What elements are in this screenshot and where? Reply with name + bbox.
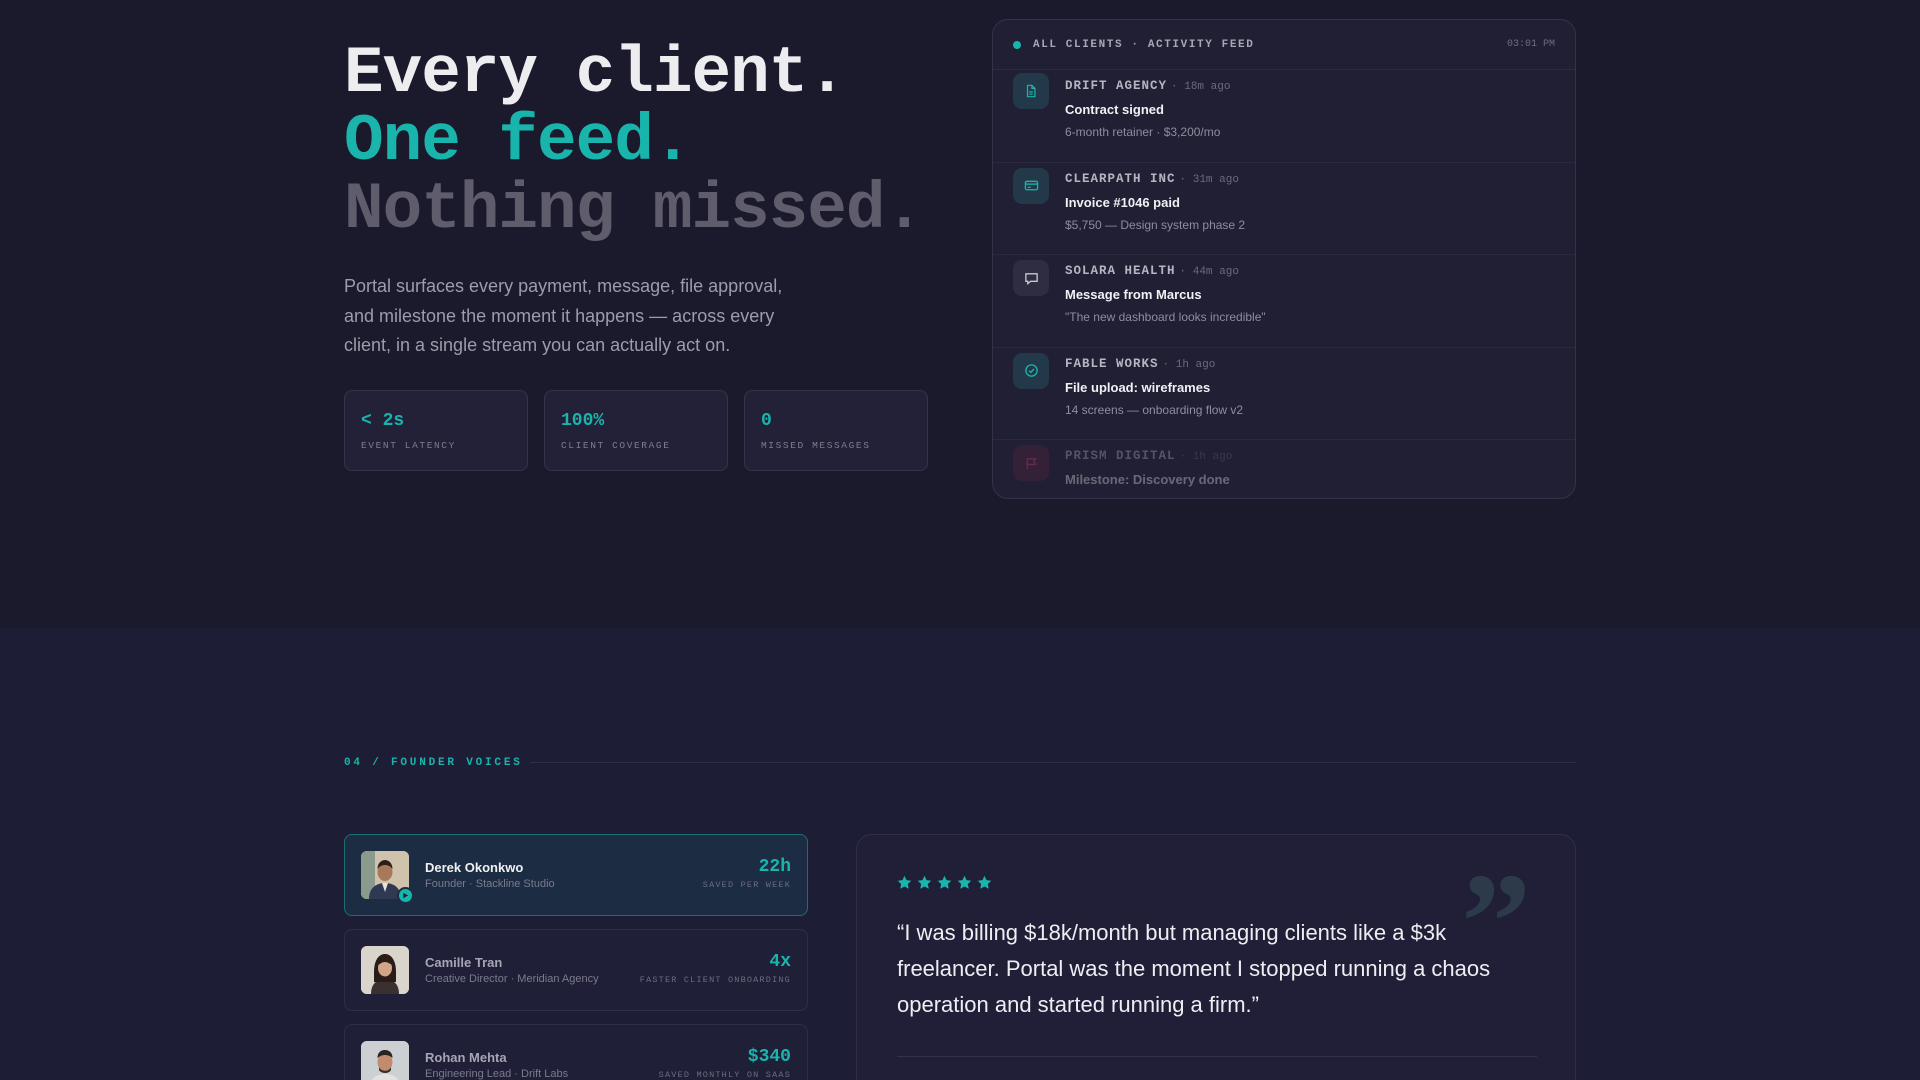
voice-card-camille[interactable]: Camille Tran Creative Director · Meridia… — [344, 929, 808, 1011]
feed-event-detail: "The new dashboard looks incredible" — [1065, 310, 1266, 324]
feed-client: CLEARPATH INC — [1065, 171, 1176, 186]
feed-event-title: Message from Marcus — [1065, 287, 1202, 302]
feed-item[interactable]: DRIFT AGENCY · 18m ago Contract signed 6-… — [993, 70, 1575, 163]
feed-event-title: File upload: wireframes — [1065, 379, 1211, 395]
feed-client: DRIFT AGENCY — [1065, 79, 1168, 93]
stat-label: EVENT LATENCY — [361, 440, 456, 451]
feed-client: PRISM DIGITAL — [1065, 449, 1176, 463]
feed-list: DRIFT AGENCY · 18m ago Contract signed 6-… — [993, 70, 1575, 498]
hero-headline: Every client. One feed. Nothing missed. — [344, 36, 924, 247]
feed-item-text: SOLARA HEALTH · 44m ago Message from Marc… — [1065, 261, 1266, 324]
feed-event-detail: 14 screens — onboarding flow v2 — [1065, 402, 1244, 417]
avatar — [361, 946, 409, 994]
star-icon — [897, 875, 912, 889]
testimonial-quote-card: ” “I was billing $18k/month but managing… — [856, 834, 1576, 1080]
stats-row: < 2s EVENT LATENCY 100% CLIENT COVERAGE … — [344, 390, 928, 471]
voice-metric: 4x — [769, 952, 791, 972]
feed-item-text: DRIFT AGENCY · 18m ago Contract signed 6-… — [1065, 76, 1230, 139]
section-label: 04 / FOUNDER VOICES — [344, 757, 523, 769]
testimonial-selector-list: Derek Okonkwo Founder · Stackline Studio… — [344, 834, 808, 1080]
voice-name: Camille Tran — [425, 955, 503, 970]
live-indicator-dot — [1013, 40, 1021, 49]
section-divider — [530, 762, 1576, 763]
feed-event-title: Milestone: Discovery done — [1065, 472, 1230, 487]
stat-card-missed: 0 MISSED MESSAGES — [744, 390, 928, 471]
headline-line-1: Every client. — [344, 36, 847, 111]
star-icon — [957, 875, 972, 889]
feed-header: ALL CLIENTS · ACTIVITY FEED 03:01 PM — [993, 20, 1575, 70]
voice-card-derek[interactable]: Derek Okonkwo Founder · Stackline Studio… — [344, 834, 808, 916]
play-icon[interactable] — [397, 887, 414, 904]
headline-line-3: Nothing missed. — [344, 172, 924, 247]
feed-item[interactable]: CLEARPATH INC · 31m ago Invoice #1046 pai… — [993, 163, 1575, 255]
feed-event-title: Invoice #1046 paid — [1065, 194, 1180, 210]
headline-line-2: One feed. — [344, 104, 692, 179]
voice-metric-label: FASTER CLIENT ONBOARDING — [639, 975, 791, 985]
feed-event-detail: $5,750 — Design system phase 2 — [1065, 217, 1246, 232]
check-circle-icon — [1013, 352, 1049, 389]
voice-name: Rohan Mehta — [425, 1050, 507, 1065]
chat-bubble-icon — [1013, 260, 1049, 296]
stat-card-coverage: 100% CLIENT COVERAGE — [544, 390, 728, 471]
feed-item[interactable]: FABLE WORKS · 1h ago File upload: wirefra… — [993, 348, 1575, 440]
flag-icon — [1013, 445, 1049, 481]
feed-event-title: Contract signed — [1065, 102, 1164, 117]
stat-label: CLIENT COVERAGE — [561, 440, 671, 451]
activity-feed-panel: ALL CLIENTS · ACTIVITY FEED 03:01 PM DRI… — [992, 19, 1576, 499]
stat-value: 0 — [761, 411, 772, 431]
feed-item[interactable]: PRISM DIGITAL · 1h ago Milestone: Discove… — [993, 440, 1575, 498]
voice-role: Founder · Stackline Studio — [425, 878, 555, 890]
star-icon — [977, 875, 992, 889]
feed-time-ago: · 1h ago — [1162, 358, 1216, 371]
document-icon — [1013, 73, 1049, 109]
hero-section — [0, 0, 1920, 628]
feed-time-ago: · 44m ago — [1179, 266, 1239, 278]
voice-metric-label: SAVED MONTHLY ON SAAS — [658, 1070, 791, 1080]
stat-card-latency: < 2s EVENT LATENCY — [344, 390, 528, 471]
feed-item-text: CLEARPATH INC · 31m ago Invoice #1046 pai… — [1065, 169, 1245, 232]
feed-item-text: PRISM DIGITAL · 1h ago Milestone: Discove… — [1065, 446, 1232, 495]
stat-value: 100% — [561, 411, 605, 431]
voice-card-rohan[interactable]: Rohan Mehta Engineering Lead · Drift Lab… — [344, 1024, 808, 1080]
credit-card-icon — [1013, 167, 1049, 204]
feed-time-ago: · 31m ago — [1179, 173, 1239, 186]
feed-time-ago: · 18m ago — [1171, 81, 1231, 93]
hero-description: Portal surfaces every payment, message, … — [344, 276, 783, 355]
voice-metric: 22h — [758, 857, 791, 877]
voice-name: Derek Okonkwo — [425, 860, 524, 875]
feed-client: SOLARA HEALTH — [1065, 264, 1176, 278]
feed-event-detail: 6-month retainer · $3,200/mo — [1065, 125, 1221, 139]
voice-metric-label: SAVED PER WEEK — [702, 880, 791, 890]
voice-role: Creative Director · Meridian Agency — [425, 973, 599, 985]
feed-client: FABLE WORKS — [1065, 356, 1159, 371]
voice-role: Engineering Lead · Drift Labs — [425, 1068, 569, 1080]
feed-title: ALL CLIENTS · ACTIVITY FEED — [1033, 38, 1255, 51]
avatar — [361, 1041, 409, 1080]
testimonial-quote: “I was billing $18k/month but managing c… — [897, 920, 1491, 1017]
stat-value: < 2s — [361, 411, 405, 431]
feed-item-text: FABLE WORKS · 1h ago File upload: wirefra… — [1065, 354, 1243, 417]
star-rating — [897, 875, 992, 890]
star-icon — [917, 875, 932, 889]
star-icon — [937, 875, 952, 889]
stat-label: MISSED MESSAGES — [761, 440, 871, 451]
voice-metric: $340 — [747, 1047, 791, 1067]
feed-time: 03:01 PM — [1506, 39, 1555, 50]
feed-item[interactable]: SOLARA HEALTH · 44m ago Message from Marc… — [993, 255, 1575, 348]
quote-divider — [897, 1056, 1537, 1057]
feed-time-ago: · 1h ago — [1179, 451, 1233, 463]
